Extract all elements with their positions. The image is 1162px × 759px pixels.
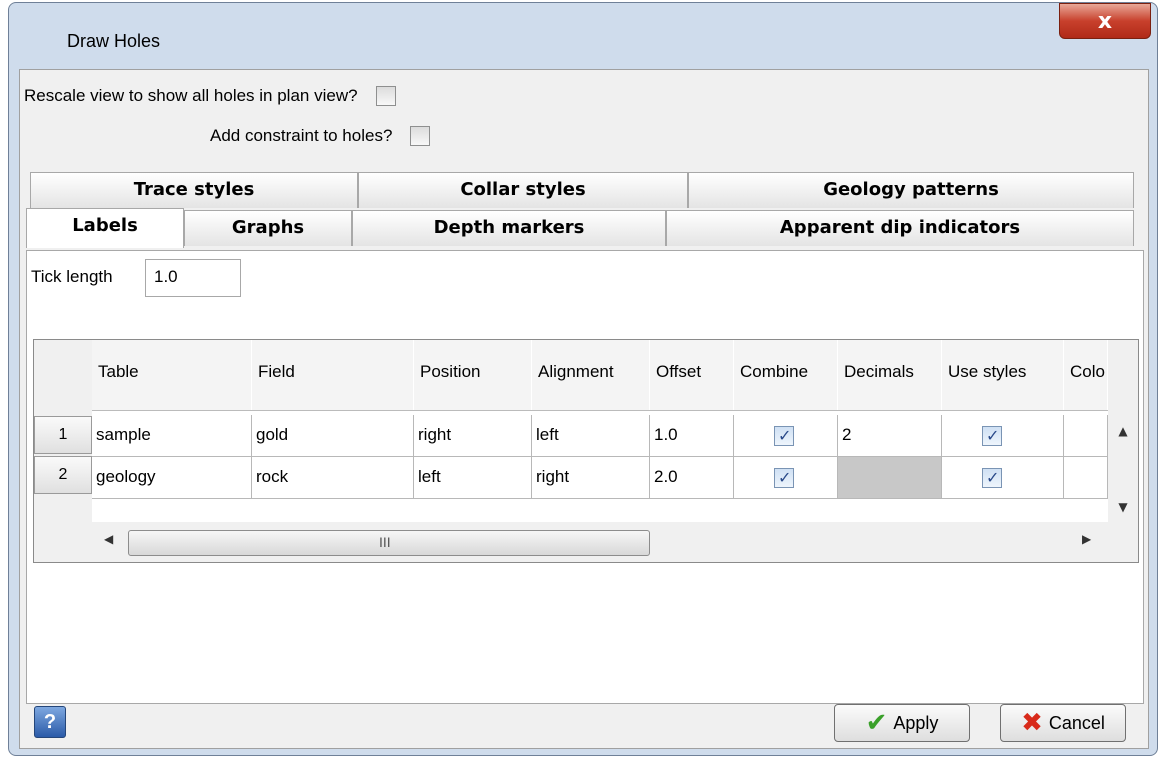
cell-colour[interactable] xyxy=(1064,457,1108,499)
use-styles-checkbox[interactable] xyxy=(982,426,1002,446)
scroll-left-icon[interactable]: ◀ xyxy=(104,532,113,546)
apply-button[interactable]: ✔ Apply xyxy=(834,704,970,742)
header-use-styles[interactable]: Use styles xyxy=(942,340,1064,410)
cell-use-styles[interactable] xyxy=(942,457,1064,499)
dialog-body: Rescale view to show all holes in plan v… xyxy=(19,69,1149,749)
tab-collar-styles[interactable]: Collar styles xyxy=(358,172,688,208)
table-body: sample gold right left 1.0 2 geology roc… xyxy=(92,410,1108,522)
header-alignment[interactable]: Alignment xyxy=(532,340,650,410)
header-colour[interactable]: Colo xyxy=(1064,340,1108,410)
tick-length-label: Tick length xyxy=(31,267,113,286)
red-x-icon: ✖ xyxy=(1021,708,1043,738)
cell-position[interactable]: left xyxy=(414,457,532,499)
cell-field[interactable]: gold xyxy=(252,415,414,457)
cell-decimals-disabled xyxy=(838,457,942,499)
header-offset[interactable]: Offset xyxy=(650,340,734,410)
constraint-row: Add constraint to holes? xyxy=(210,126,431,146)
cell-use-styles[interactable] xyxy=(942,415,1064,457)
tab-apparent-dip-indicators[interactable]: Apparent dip indicators xyxy=(666,210,1134,246)
rescale-row: Rescale view to show all holes in plan v… xyxy=(24,86,396,106)
header-position[interactable]: Position xyxy=(414,340,532,410)
apply-label: Apply xyxy=(893,712,939,733)
cancel-button[interactable]: ✖ Cancel xyxy=(1000,704,1126,742)
title-bar: Draw Holes x xyxy=(9,3,1157,67)
window-title: Draw Holes xyxy=(67,31,161,51)
combine-checkbox[interactable] xyxy=(774,468,794,488)
header-combine[interactable]: Combine xyxy=(734,340,838,410)
cell-combine[interactable] xyxy=(734,415,838,457)
cell-combine[interactable] xyxy=(734,457,838,499)
cell-position[interactable]: right xyxy=(414,415,532,457)
header-field[interactable]: Field xyxy=(252,340,414,410)
cell-offset[interactable]: 1.0 xyxy=(650,415,734,457)
cell-table[interactable]: sample xyxy=(92,415,252,457)
labels-panel: Tick length 1.0 Table Field Position Ali… xyxy=(26,250,1144,704)
header-table[interactable]: Table xyxy=(92,340,252,410)
tab-geology-patterns[interactable]: Geology patterns xyxy=(688,172,1134,208)
tab-trace-styles[interactable]: Trace styles xyxy=(30,172,358,208)
cell-field[interactable]: rock xyxy=(252,457,414,499)
tab-pane: Trace styles Collar styles Geology patte… xyxy=(26,172,1144,704)
vertical-scrollbar[interactable]: ▲ ▼ xyxy=(1108,410,1138,522)
constraint-checkbox[interactable] xyxy=(410,126,431,146)
use-styles-checkbox[interactable] xyxy=(982,468,1002,488)
table-corner xyxy=(34,340,92,410)
cell-offset[interactable]: 2.0 xyxy=(650,457,734,499)
scroll-up-icon[interactable]: ▲ xyxy=(1108,424,1138,438)
scroll-down-icon[interactable]: ▼ xyxy=(1108,500,1138,514)
labels-table: Table Field Position Alignment Offset Co… xyxy=(33,339,1139,563)
cell-alignment[interactable]: left xyxy=(532,415,650,457)
tab-labels[interactable]: Labels xyxy=(26,208,184,248)
cell-colour[interactable] xyxy=(1064,415,1108,457)
cell-alignment[interactable]: right xyxy=(532,457,650,499)
horizontal-scrollbar[interactable]: ◀ III ▶ xyxy=(92,526,1108,558)
table-header: Table Field Position Alignment Offset Co… xyxy=(92,340,1108,410)
help-icon: ? xyxy=(43,711,57,733)
cell-decimals[interactable]: 2 xyxy=(838,415,942,457)
combine-checkbox[interactable] xyxy=(774,426,794,446)
rescale-checkbox[interactable] xyxy=(375,86,396,106)
constraint-label: Add constraint to holes? xyxy=(210,126,393,145)
horizontal-scroll-thumb[interactable]: III xyxy=(128,530,650,556)
rescale-label: Rescale view to show all holes in plan v… xyxy=(24,86,358,105)
cell-table[interactable]: geology xyxy=(92,457,252,499)
close-button[interactable]: x xyxy=(1059,3,1151,39)
scroll-grip: III xyxy=(379,534,391,550)
header-decimals[interactable]: Decimals xyxy=(838,340,942,410)
help-button[interactable]: ? xyxy=(34,706,66,738)
tick-length-input[interactable]: 1.0 xyxy=(145,259,241,297)
checkmark-icon: ✔ xyxy=(865,708,888,738)
scroll-right-icon[interactable]: ▶ xyxy=(1082,532,1091,546)
cancel-label: Cancel xyxy=(1048,712,1105,733)
close-icon: x xyxy=(1097,9,1113,34)
dialog-window: Draw Holes x Rescale view to show all ho… xyxy=(8,2,1158,756)
tab-depth-markers[interactable]: Depth markers xyxy=(352,210,666,246)
row-header-1[interactable]: 1 xyxy=(34,416,92,454)
tab-graphs[interactable]: Graphs xyxy=(184,210,352,246)
row-header-2[interactable]: 2 xyxy=(34,456,92,494)
